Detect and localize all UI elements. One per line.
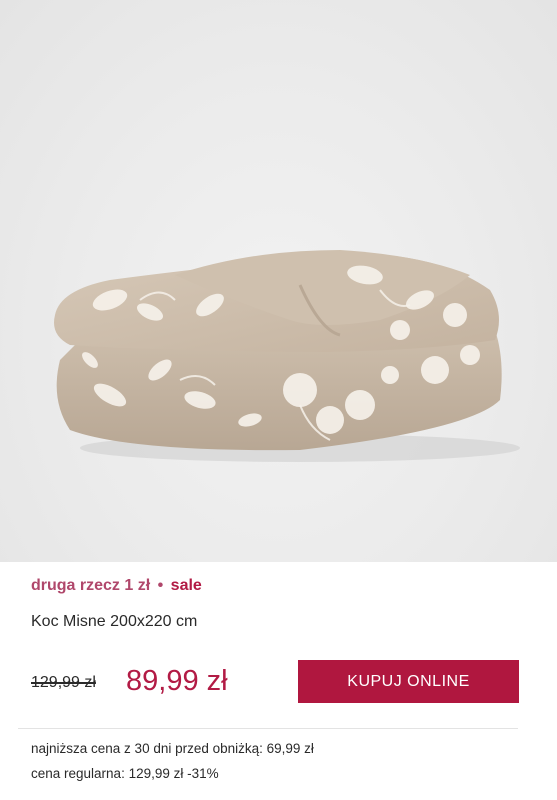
product-title[interactable]: Koc Misne 200x220 cm (31, 612, 197, 632)
promo-text: druga rzecz 1 zł (31, 577, 151, 594)
blanket-illustration (54, 250, 520, 462)
product-image[interactable] (0, 0, 557, 562)
promo-separator: • (157, 577, 164, 594)
current-price: 89,99 zł (126, 665, 228, 697)
sale-badge: sale (170, 577, 202, 594)
old-price: 129,99 zł (31, 674, 96, 691)
promo-label: druga rzecz 1 zł • sale (31, 576, 202, 596)
buy-online-button[interactable]: KUPUJ ONLINE (298, 660, 519, 703)
divider (18, 728, 518, 729)
product-card[interactable]: druga rzecz 1 zł • sale Koc Misne 200x22… (0, 0, 557, 800)
regular-price-note: cena regularna: 129,99 zł -31% (31, 766, 219, 781)
lowest-price-note: najniższa cena z 30 dni przed obniżką: 6… (31, 741, 314, 756)
